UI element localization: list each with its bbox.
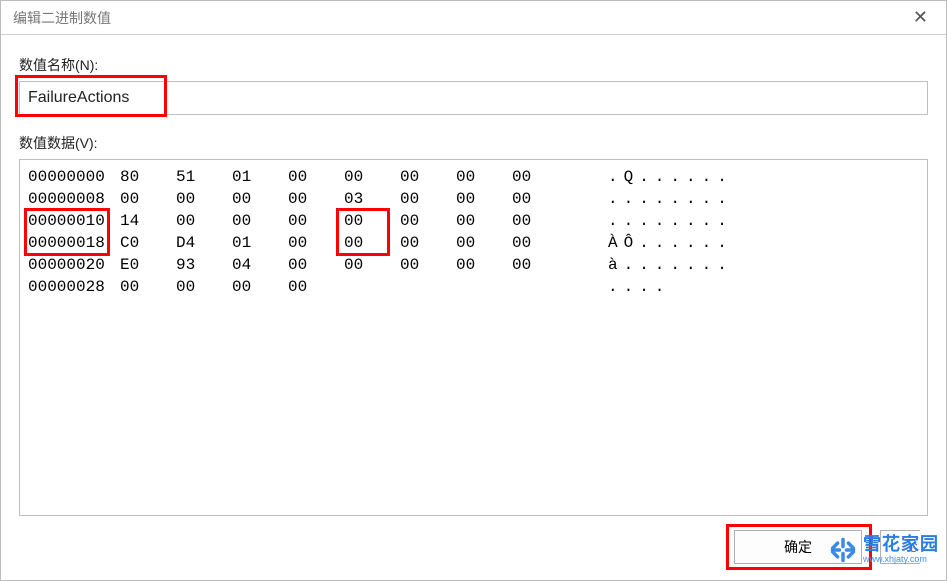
hex-offset: 00000000 (28, 166, 120, 188)
hex-byte[interactable]: 00 (288, 210, 344, 232)
hex-ascii: .... (568, 276, 670, 298)
hex-byte[interactable]: 00 (344, 232, 400, 254)
hex-byte[interactable]: 00 (344, 166, 400, 188)
close-icon[interactable]: ✕ (903, 3, 938, 32)
hex-byte[interactable]: 00 (288, 166, 344, 188)
hex-offset: 00000018 (28, 232, 120, 254)
cancel-button-partial[interactable]: C (880, 530, 920, 564)
hex-byte[interactable]: 00 (288, 276, 344, 298)
hex-byte[interactable]: E0 (120, 254, 176, 276)
hex-byte[interactable]: 01 (232, 166, 288, 188)
hex-byte[interactable]: 00 (400, 210, 456, 232)
hex-offset: 00000028 (28, 276, 120, 298)
hex-row: 000000080000000003000000........ (28, 188, 919, 210)
hex-byte[interactable]: 00 (456, 254, 512, 276)
data-label: 数值数据(V): (19, 133, 928, 153)
window-title: 编辑二进制数值 (9, 8, 903, 28)
button-row: 确定 C (19, 516, 928, 572)
hex-byte[interactable]: D4 (176, 232, 232, 254)
hex-byte[interactable]: 14 (120, 210, 176, 232)
hex-byte[interactable]: 00 (456, 166, 512, 188)
hex-byte[interactable]: 00 (232, 276, 288, 298)
hex-row: 00000018C0D4010000000000ÀÔ...... (28, 232, 919, 254)
name-label: 数值名称(N): (19, 55, 928, 75)
hex-byte[interactable] (344, 276, 400, 298)
hex-byte[interactable]: 00 (232, 188, 288, 210)
value-name-input[interactable] (19, 81, 928, 115)
hex-row: 00000020E093040000000000à....... (28, 254, 919, 276)
hex-byte[interactable]: 93 (176, 254, 232, 276)
hex-byte[interactable]: 00 (288, 188, 344, 210)
hex-ascii: à....... (568, 254, 733, 276)
hex-ascii: .Q...... (568, 166, 733, 188)
hex-byte[interactable] (456, 276, 512, 298)
hex-byte[interactable]: 00 (400, 254, 456, 276)
dialog-window: 编辑二进制数值 ✕ 数值名称(N): 数值数据(V): 000000008051… (0, 0, 947, 581)
hex-byte[interactable] (400, 276, 456, 298)
hex-byte[interactable]: 00 (512, 232, 568, 254)
hex-byte[interactable]: 03 (344, 188, 400, 210)
hex-byte[interactable]: 00 (120, 188, 176, 210)
hex-byte[interactable]: 00 (512, 254, 568, 276)
hex-editor[interactable]: 000000008051010000000000.Q......00000008… (19, 159, 928, 516)
hex-row: 000000008051010000000000.Q...... (28, 166, 919, 188)
hex-offset: 00000020 (28, 254, 120, 276)
titlebar: 编辑二进制数值 ✕ (1, 1, 946, 35)
hex-byte[interactable] (512, 276, 568, 298)
hex-byte[interactable]: 00 (400, 166, 456, 188)
hex-byte[interactable]: 00 (512, 166, 568, 188)
hex-byte[interactable]: 00 (120, 276, 176, 298)
hex-byte[interactable]: 51 (176, 166, 232, 188)
content-area: 数值名称(N): 数值数据(V): 0000000080510100000000… (1, 35, 946, 580)
hex-ascii: ÀÔ...... (568, 232, 733, 254)
hex-ascii: ........ (568, 210, 733, 232)
hex-row: 0000002800000000.... (28, 276, 919, 298)
hex-byte[interactable]: 00 (288, 254, 344, 276)
hex-byte[interactable]: 00 (232, 210, 288, 232)
hex-byte[interactable]: 00 (176, 188, 232, 210)
hex-byte[interactable]: 00 (456, 188, 512, 210)
hex-row: 000000101400000000000000........ (28, 210, 919, 232)
hex-byte[interactable]: 00 (344, 254, 400, 276)
hex-byte[interactable]: 01 (232, 232, 288, 254)
hex-offset: 00000010 (28, 210, 120, 232)
hex-byte[interactable]: 00 (400, 188, 456, 210)
hex-byte[interactable]: 04 (232, 254, 288, 276)
hex-byte[interactable]: 00 (512, 210, 568, 232)
hex-ascii: ........ (568, 188, 733, 210)
hex-byte[interactable]: 00 (344, 210, 400, 232)
ok-button[interactable]: 确定 (734, 530, 862, 564)
hex-byte[interactable]: 00 (176, 210, 232, 232)
hex-offset: 00000008 (28, 188, 120, 210)
hex-byte[interactable]: 00 (456, 210, 512, 232)
hex-byte[interactable]: C0 (120, 232, 176, 254)
hex-byte[interactable]: 00 (176, 276, 232, 298)
hex-byte[interactable]: 00 (512, 188, 568, 210)
hex-byte[interactable]: 00 (288, 232, 344, 254)
hex-byte[interactable]: 00 (400, 232, 456, 254)
hex-byte[interactable]: 80 (120, 166, 176, 188)
hex-byte[interactable]: 00 (456, 232, 512, 254)
